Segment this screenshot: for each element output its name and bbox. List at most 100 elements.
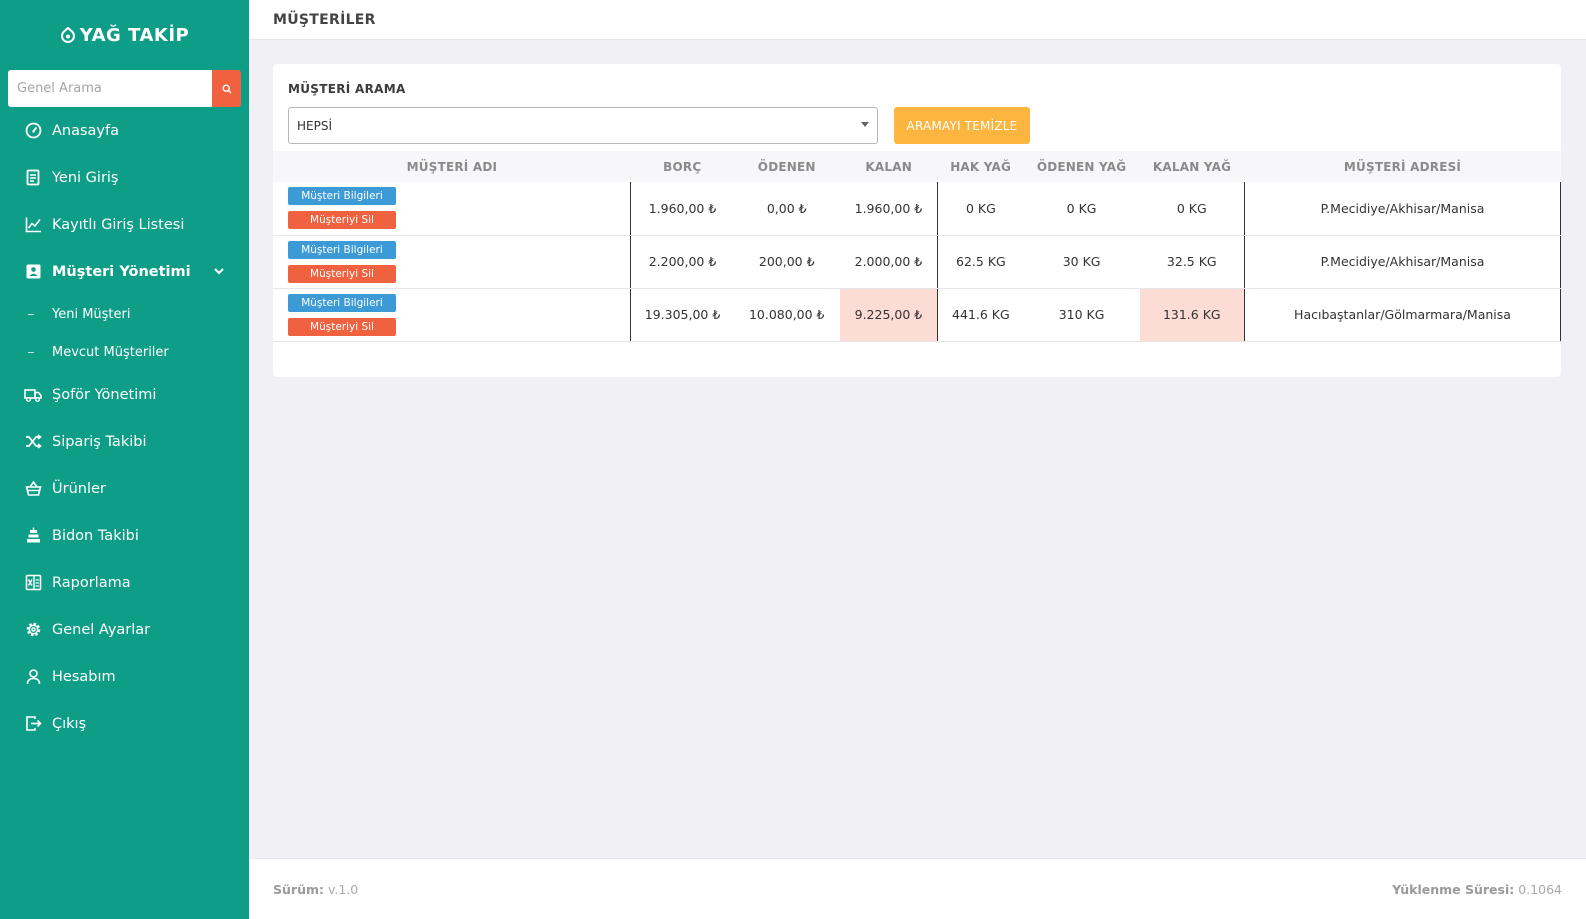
customer-info-button[interactable]: Müşteri Bilgileri <box>288 187 396 206</box>
sidebar-item-anasayfa[interactable]: Anasayfa <box>0 107 249 154</box>
cell-odenen-yag: 30 KG <box>1023 235 1140 289</box>
customer-table: MÜŞTERİ ADI BORÇ ÖDENEN KALAN HAK YAĞ ÖD… <box>273 151 1561 342</box>
cell-odenen: 0,00 ₺ <box>733 182 840 236</box>
sidebar-item-label: Genel Ayarlar <box>52 621 151 638</box>
sidebar-item-label: Çıkış <box>52 715 87 732</box>
sidebar: YAĞ TAKİP Anasayfa Yeni Giriş <box>0 0 249 919</box>
column-header[interactable]: MÜŞTERİ ADI <box>273 151 631 182</box>
load-time-label: Yüklenme Süresi: <box>1392 882 1515 897</box>
sidebar-item-urunler[interactable]: Ürünler <box>0 465 249 512</box>
page-title: MÜŞTERİLER <box>273 11 376 28</box>
sidebar-item-label: Bidon Takibi <box>52 527 139 544</box>
search-button[interactable] <box>212 70 241 107</box>
global-search-input[interactable] <box>8 70 212 107</box>
sidebar-subitem-label: Mevcut Müşteriler <box>52 344 169 360</box>
sidebar-item-genel-ayarlar[interactable]: Genel Ayarlar <box>0 606 249 653</box>
cell-adres: Hacıbaştanlar/Gölmarmara/Manisa <box>1244 288 1561 342</box>
sidebar-item-label: Raporlama <box>52 574 131 591</box>
oil-drop-icon <box>60 27 75 43</box>
chevron-down-icon <box>214 268 224 275</box>
cell-hak-yag: 62.5 KG <box>937 235 1024 289</box>
row-actions: Müşteri Bilgileri Müşteriyi Sil <box>273 235 631 289</box>
table-header-row: MÜŞTERİ ADI BORÇ ÖDENEN KALAN HAK YAĞ ÖD… <box>273 151 1561 182</box>
customer-select-value: HEPSİ <box>297 118 332 133</box>
customer-info-button[interactable]: Müşteri Bilgileri <box>288 293 396 312</box>
topbar: MÜŞTERİLER <box>249 0 1586 40</box>
sidebar-item-bidon-takibi[interactable]: Bidon Takibi <box>0 512 249 559</box>
customer-select[interactable]: HEPSİ <box>288 107 878 144</box>
cell-odenen-yag: 310 KG <box>1023 288 1140 342</box>
version-value: v.1.0 <box>327 882 359 897</box>
load-time-info: Yüklenme Süresi: 0.1064 <box>1392 882 1562 897</box>
column-header[interactable]: ÖDENEN <box>733 151 840 182</box>
table-row: Müşteri Bilgileri Müşteriyi Sil 1.960,00… <box>273 182 1561 236</box>
clear-search-button[interactable]: ARAMAYI TEMİZLE <box>894 107 1030 144</box>
table-row: Müşteri Bilgileri Müşteriyi Sil 19.305,0… <box>273 288 1561 342</box>
chart-line-icon <box>24 216 42 234</box>
user-card-icon <box>24 263 42 281</box>
cell-odenen: 10.080,00 ₺ <box>733 288 840 342</box>
sidebar-subitem-mevcut-musteriler[interactable]: Mevcut Müşteriler <box>0 333 249 371</box>
sidebar-item-siparis-takibi[interactable]: Sipariş Takibi <box>0 418 249 465</box>
cell-borc: 1.960,00 ₺ <box>630 182 734 236</box>
cell-kalan-yag: 131.6 KG <box>1139 288 1245 342</box>
truck-icon <box>24 386 42 404</box>
cell-borc: 2.200,00 ₺ <box>630 235 734 289</box>
document-icon <box>24 169 42 187</box>
customer-info-button[interactable]: Müşteri Bilgileri <box>288 240 396 259</box>
column-header[interactable]: HAK YAĞ <box>937 151 1024 182</box>
load-time-value: 0.1064 <box>1518 882 1562 897</box>
delete-customer-button[interactable]: Müşteriyi Sil <box>288 317 396 336</box>
brand-title: YAĞ TAKİP <box>79 24 190 46</box>
sidebar-subitem-label: Yeni Müşteri <box>52 306 131 322</box>
sidebar-item-label: Anasayfa <box>52 122 120 139</box>
cell-adres: P.Mecidiye/Akhisar/Manisa <box>1244 235 1561 289</box>
column-header[interactable]: KALAN YAĞ <box>1139 151 1245 182</box>
delete-customer-button[interactable]: Müşteriyi Sil <box>288 211 396 230</box>
version-info: Sürüm: v.1.0 <box>273 882 358 897</box>
brand[interactable]: YAĞ TAKİP <box>0 0 249 70</box>
column-header[interactable]: MÜŞTERİ ADRESİ <box>1244 151 1561 182</box>
sidebar-subitem-yeni-musteri[interactable]: Yeni Müşteri <box>0 295 249 333</box>
sidebar-item-sofor-yonetimi[interactable]: Şoför Yönetimi <box>0 371 249 418</box>
cell-adres: P.Mecidiye/Akhisar/Manisa <box>1244 182 1561 236</box>
submenu-dash <box>28 313 34 315</box>
sidebar-item-label: Kayıtlı Giriş Listesi <box>52 216 185 233</box>
footer: Sürüm: v.1.0 Yüklenme Süresi: 0.1064 <box>249 858 1586 919</box>
cell-odenen-yag: 0 KG <box>1023 182 1140 236</box>
sidebar-item-hesabim[interactable]: Hesabım <box>0 653 249 700</box>
sidebar-item-yeni-giris[interactable]: Yeni Giriş <box>0 154 249 201</box>
excel-icon <box>24 574 42 592</box>
cell-kalan: 9.225,00 ₺ <box>839 288 938 342</box>
user-icon <box>24 668 42 686</box>
cell-kalan: 2.000,00 ₺ <box>839 235 938 289</box>
table-row: Müşteri Bilgileri Müşteriyi Sil 2.200,00… <box>273 235 1561 289</box>
cell-kalan-yag: 32.5 KG <box>1139 235 1245 289</box>
basket-icon <box>24 480 42 498</box>
stack-icon <box>24 527 42 545</box>
gear-icon <box>24 621 42 639</box>
search-icon <box>221 83 231 93</box>
sidebar-item-label: Sipariş Takibi <box>52 433 147 450</box>
sidebar-item-label: Müşteri Yönetimi <box>52 263 191 280</box>
sidebar-item-musteri-yonetimi[interactable]: Müşteri Yönetimi <box>0 248 249 295</box>
dashboard-icon <box>24 122 42 140</box>
column-header[interactable]: KALAN <box>839 151 938 182</box>
cell-borc: 19.305,00 ₺ <box>630 288 734 342</box>
cell-kalan: 1.960,00 ₺ <box>839 182 938 236</box>
row-actions: Müşteri Bilgileri Müşteriyi Sil <box>273 182 631 236</box>
column-header[interactable]: BORÇ <box>630 151 734 182</box>
sidebar-item-cikis[interactable]: Çıkış <box>0 700 249 747</box>
column-header[interactable]: ÖDENEN YAĞ <box>1023 151 1140 182</box>
delete-customer-button[interactable]: Müşteriyi Sil <box>288 264 396 283</box>
caret-down-icon <box>861 122 869 127</box>
cell-hak-yag: 441.6 KG <box>937 288 1024 342</box>
cell-odenen: 200,00 ₺ <box>733 235 840 289</box>
sidebar-item-kayitli-giris[interactable]: Kayıtlı Giriş Listesi <box>0 201 249 248</box>
sidebar-item-raporlama[interactable]: Raporlama <box>0 559 249 606</box>
global-search <box>8 70 241 107</box>
customer-list-card: MÜŞTERİ ARAMA HEPSİ ARAMAYI TEMİZLE MÜŞT… <box>273 64 1561 377</box>
sidebar-nav: Anasayfa Yeni Giriş Kayıtlı Giriş Listes… <box>0 107 249 747</box>
version-label: Sürüm: <box>273 882 324 897</box>
shuffle-icon <box>24 433 42 451</box>
